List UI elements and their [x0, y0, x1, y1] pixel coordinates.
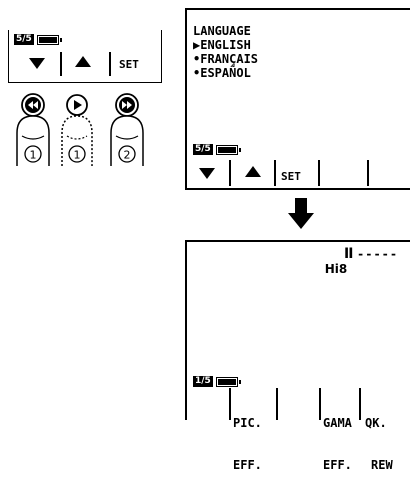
language-screen: LANGUAGE ▶ENGLISH •FRANÇAIS •ESPAÑOL 5/5… — [185, 8, 410, 190]
step-number-2: 2 — [124, 149, 131, 162]
set-button[interactable]: SET — [119, 58, 139, 71]
up-arrow-icon[interactable] — [75, 56, 91, 67]
battery-icon — [215, 376, 241, 387]
page-indicator: 5/5 — [14, 34, 62, 45]
language-option-francais[interactable]: •FRANÇAIS — [193, 52, 258, 66]
page-number: 1/5 — [193, 376, 213, 387]
down-arrow-icon — [288, 198, 314, 229]
button-press-illustration: 1 1 2 — [16, 93, 144, 166]
page-indicator: 1/5 — [193, 376, 241, 387]
language-option-espanol[interactable]: •ESPAÑOL — [193, 66, 251, 80]
page-number: 5/5 — [14, 34, 34, 45]
gamma-effect-button[interactable]: GAMA EFF. — [323, 388, 352, 500]
picture-effect-button[interactable]: PIC. EFF. — [233, 388, 262, 500]
battery-icon — [215, 144, 241, 155]
quick-rewind-button[interactable]: QK. REW — [365, 388, 394, 500]
battery-icon — [36, 34, 62, 45]
rewind-button[interactable] — [21, 93, 45, 117]
page-indicator: 5/5 — [193, 144, 241, 155]
up-arrow-icon[interactable] — [245, 166, 261, 177]
pause-icon: II — [344, 246, 353, 262]
format-label: Hi8 — [324, 262, 348, 276]
tape-counter: ----- — [357, 247, 399, 261]
down-arrow-icon[interactable] — [29, 58, 45, 69]
step-number-1b: 1 — [74, 149, 81, 162]
play-button[interactable] — [66, 94, 88, 116]
set-button[interactable]: SET — [281, 170, 301, 183]
language-title: LANGUAGE — [193, 24, 251, 38]
page-number: 5/5 — [193, 144, 213, 155]
mini-menu-panel: 5/5 SET — [8, 30, 162, 83]
fast-forward-button[interactable] — [115, 93, 139, 117]
language-option-english[interactable]: ▶ENGLISH — [193, 38, 251, 52]
playback-screen: Hi8 II ----- 1/5 PIC. EFF. GAMA EFF. QK.… — [185, 240, 410, 472]
down-arrow-icon[interactable] — [199, 168, 215, 179]
step-number-1: 1 — [30, 149, 37, 162]
